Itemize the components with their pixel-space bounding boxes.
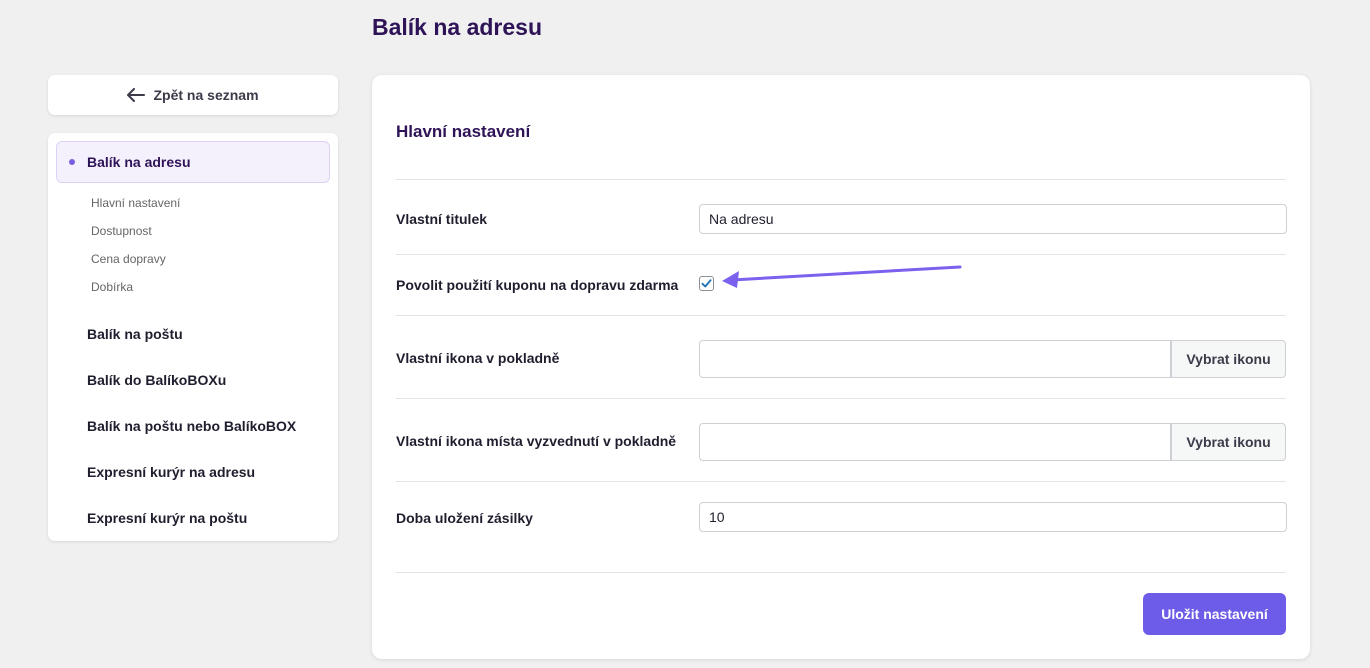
divider <box>396 254 1286 255</box>
checkout-icon-input[interactable] <box>699 340 1171 378</box>
divider <box>396 572 1286 573</box>
pickup-icon-label: Vlastní ikona místa vyzvednutí v pokladn… <box>396 433 677 449</box>
sidebar-item-balik-na-postu-nebo-balikobox[interactable]: Balík na poštu nebo BalíkoBOX <box>56 403 330 449</box>
sidebar-subitem-dobirka[interactable]: Dobírka <box>91 273 330 301</box>
divider <box>396 481 1286 482</box>
sidebar-subitem-hlavni-nastaveni[interactable]: Hlavní nastavení <box>91 189 330 217</box>
custom-title-label: Vlastní titulek <box>396 211 488 227</box>
back-to-list-label: Zpět na seznam <box>153 87 259 103</box>
sidebar-subitem-dostupnost[interactable]: Dostupnost <box>91 217 330 245</box>
storage-time-label: Doba uložení zásilky <box>396 510 533 526</box>
divider <box>396 315 1286 316</box>
settings-panel: Hlavní nastavení Vlastní titulek Povolit… <box>372 75 1310 659</box>
arrow-left-icon <box>127 88 146 102</box>
pickup-icon-select-button[interactable]: Vybrat ikonu <box>1171 423 1286 461</box>
free-shipping-coupon-checkbox[interactable] <box>699 276 714 291</box>
sidebar: Balík na adresu Hlavní nastavení Dostupn… <box>48 133 338 541</box>
pickup-icon-input[interactable] <box>699 423 1171 461</box>
checkmark-icon <box>701 279 712 288</box>
divider <box>396 398 1286 399</box>
sidebar-subitem-cena-dopravy[interactable]: Cena dopravy <box>91 245 330 273</box>
save-settings-button[interactable]: Uložit nastavení <box>1143 593 1286 635</box>
sidebar-item-expresni-kuryr-na-postu[interactable]: Expresní kurýr na poštu <box>56 495 330 541</box>
sidebar-item-balik-na-postu[interactable]: Balík na poštu <box>56 311 330 357</box>
active-dot-icon <box>69 159 75 165</box>
page-title: Balík na adresu <box>372 14 543 40</box>
checkout-icon-label: Vlastní ikona v pokladně <box>396 350 560 366</box>
free-shipping-coupon-label: Povolit použití kuponu na dopravu zdarma <box>396 277 679 293</box>
sidebar-item-balik-do-balikoboxu[interactable]: Balík do BalíkoBOXu <box>56 357 330 403</box>
sidebar-item-label: Balík na adresu <box>87 154 191 170</box>
annotation-arrow-icon <box>722 265 962 288</box>
section-title: Hlavní nastavení <box>396 122 531 141</box>
back-to-list-button[interactable]: Zpět na seznam <box>48 75 338 115</box>
divider <box>396 179 1286 180</box>
custom-title-input[interactable] <box>699 204 1287 234</box>
storage-time-input[interactable] <box>699 502 1287 532</box>
sidebar-item-expresni-kuryr-na-adresu[interactable]: Expresní kurýr na adresu <box>56 449 330 495</box>
sidebar-item-balik-na-adresu[interactable]: Balík na adresu <box>56 141 330 183</box>
checkout-icon-select-button[interactable]: Vybrat ikonu <box>1171 340 1286 378</box>
sidebar-subnav: Hlavní nastavení Dostupnost Cena dopravy… <box>56 183 330 303</box>
